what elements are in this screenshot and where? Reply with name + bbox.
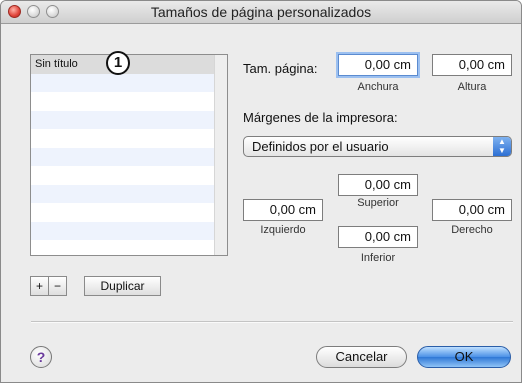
list-item[interactable] [31, 129, 227, 148]
list-item[interactable] [31, 184, 227, 203]
add-page-size-button[interactable]: + [30, 276, 49, 296]
page-width-field[interactable]: 0,00 cm [338, 54, 418, 76]
window-title: Tamaños de página personalizados [150, 4, 372, 20]
list-item[interactable] [31, 166, 227, 185]
list-item[interactable] [31, 203, 227, 222]
list-scrollbar[interactable] [214, 55, 227, 255]
page-height-field[interactable]: 0,00 cm [432, 54, 512, 76]
ok-button[interactable]: OK [417, 346, 511, 368]
margins-preset-select[interactable]: Definidos por el usuario ▲ ▼ [243, 136, 512, 157]
page-size-label: Tam. página: [243, 61, 318, 76]
list-item[interactable] [31, 73, 227, 92]
right-margin-label: Derecho [451, 224, 493, 236]
updown-arrows-icon: ▲ ▼ [493, 137, 511, 156]
list-item[interactable] [31, 221, 227, 240]
bottom-margin-field[interactable]: 0,00 cm [338, 226, 418, 248]
page-size-list[interactable]: Sin título [30, 54, 228, 256]
remove-page-size-button[interactable]: − [48, 276, 67, 296]
page-height-label: Altura [457, 81, 487, 93]
page-width-label: Anchura [357, 81, 399, 93]
top-margin-label: Superior [357, 197, 399, 209]
custom-page-sizes-dialog: Tamaños de página personalizados Sin tít… [0, 0, 522, 383]
list-item[interactable] [31, 92, 227, 111]
footer-divider [31, 321, 513, 323]
list-item[interactable] [31, 147, 227, 166]
left-margin-label: Izquierdo [260, 224, 306, 236]
callout-number-badge: 1 [106, 51, 130, 75]
right-margin-field[interactable]: 0,00 cm [432, 199, 512, 221]
list-item[interactable] [31, 110, 227, 129]
printer-margins-label: Márgenes de la impresora: [243, 110, 398, 125]
cancel-button[interactable]: Cancelar [316, 346, 407, 368]
list-item[interactable] [31, 240, 227, 255]
bottom-margin-label: Inferior [360, 252, 396, 264]
title-bar: Tamaños de página personalizados [1, 1, 521, 24]
duplicate-button[interactable]: Duplicar [84, 276, 161, 296]
help-button[interactable]: ? [30, 346, 52, 368]
top-margin-field[interactable]: 0,00 cm [338, 174, 418, 196]
left-margin-field[interactable]: 0,00 cm [243, 199, 323, 221]
margins-preset-value: Definidos por el usuario [252, 139, 389, 154]
